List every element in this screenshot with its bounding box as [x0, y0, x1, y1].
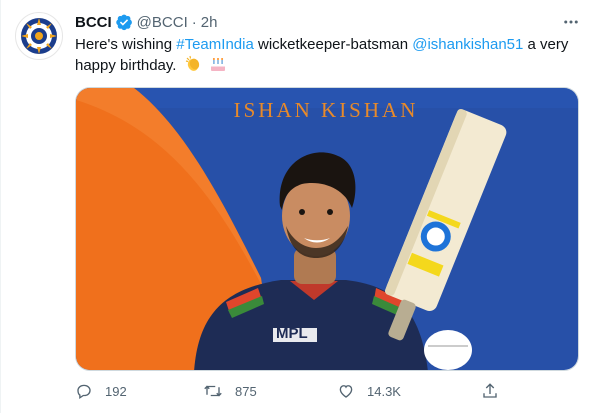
tweet-header: BCCI @BCCI · 2h [75, 12, 217, 32]
player-portrait-illustration [76, 88, 578, 370]
birthday-cake-icon [209, 55, 227, 79]
bcci-logo-icon [21, 18, 57, 54]
clapping-hands-icon [184, 55, 202, 79]
tweet-text: Here's wishing #TeamIndia wicketkeeper-b… [75, 35, 575, 79]
tweet-image[interactable]: ISHAN KISHAN MPL [75, 87, 579, 371]
reply-button[interactable]: 192 [75, 382, 127, 400]
share-icon [483, 383, 497, 398]
image-caption: ISHAN KISHAN [233, 98, 419, 122]
tweet-card[interactable]: BCCI @BCCI · 2h Here's wishing #TeamIndi… [0, 0, 599, 413]
retweet-count: 875 [235, 383, 257, 399]
share-button[interactable] [481, 382, 499, 400]
heart-icon [339, 385, 353, 398]
verified-badge-icon [115, 13, 133, 31]
tweet-text-middle: wicketkeeper-batsman [253, 36, 413, 53]
like-count: 14.3K [367, 383, 401, 399]
mention-link[interactable]: @ishankishan51 [412, 36, 523, 53]
retweet-button[interactable]: 875 [203, 382, 257, 400]
hashtag-link[interactable]: #TeamIndia [176, 36, 254, 53]
header-separator: · [191, 13, 197, 31]
reply-count: 192 [105, 383, 127, 399]
tweet-timestamp[interactable]: 2h [201, 14, 218, 31]
bcci-logo-avatar[interactable] [15, 12, 63, 60]
like-button[interactable]: 14.3K [337, 382, 401, 400]
reply-icon [77, 384, 91, 400]
tweet-actions-bar: 192 875 14.3K [75, 382, 515, 406]
tweet-text-intro: Here's wishing [75, 36, 177, 53]
author-name[interactable]: BCCI [75, 14, 112, 31]
retweet-icon [204, 385, 222, 397]
jersey-sponsor-text: MPL [276, 325, 308, 342]
more-dots-icon [564, 20, 578, 24]
author-handle[interactable]: @BCCI [137, 14, 188, 31]
more-options-button[interactable] [561, 12, 581, 32]
